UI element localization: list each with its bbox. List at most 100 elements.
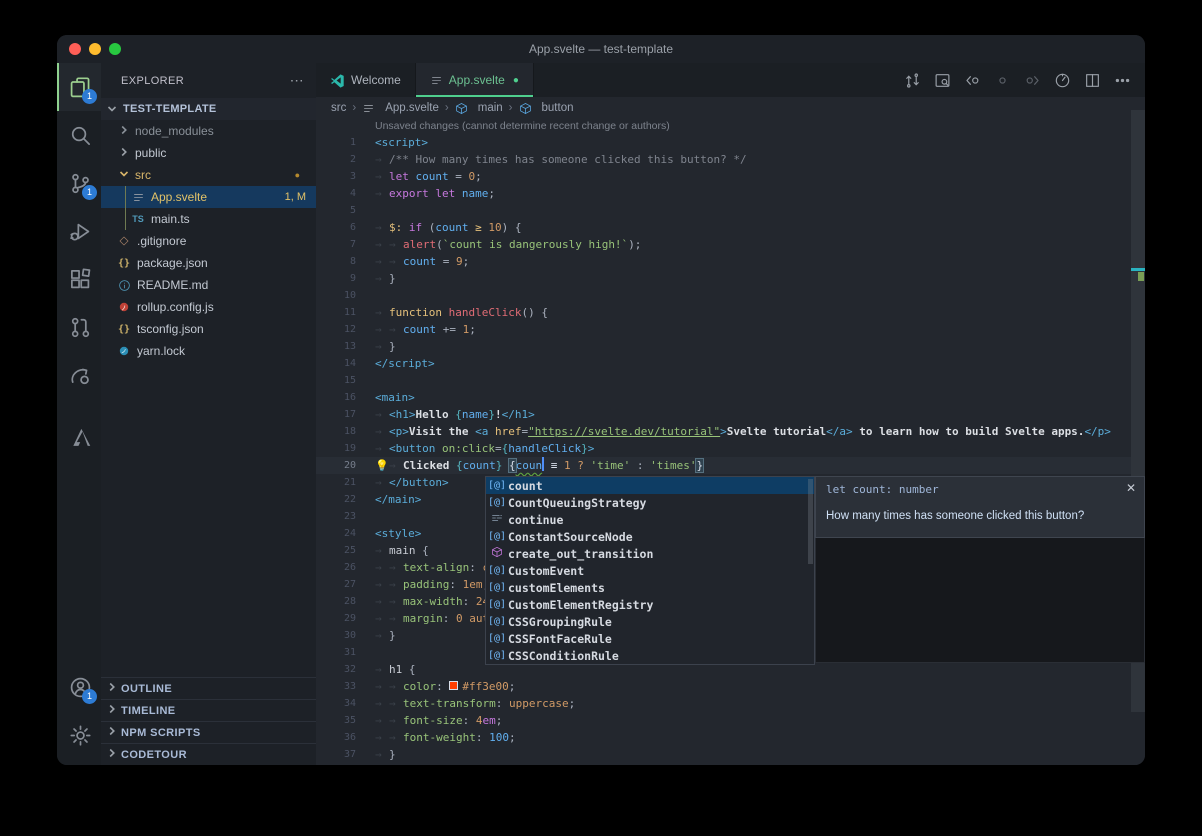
activity-item-azure[interactable]	[57, 413, 101, 461]
line-number[interactable]: 35	[316, 712, 356, 729]
split-editor-icon[interactable]	[1077, 67, 1107, 93]
line-number[interactable]: 32	[316, 661, 356, 678]
line-number[interactable]: 18	[316, 423, 356, 440]
line-number[interactable]: 20	[316, 457, 356, 474]
activity-item-source-control[interactable]: 1	[57, 159, 101, 207]
line-number[interactable]: 5	[316, 202, 356, 219]
line-number[interactable]: 34	[316, 695, 356, 712]
line-number[interactable]: 17	[316, 406, 356, 423]
line-number[interactable]: 21	[316, 474, 356, 491]
tree-item-rollup-config-js[interactable]: rollup.config.js	[101, 296, 316, 318]
code-line[interactable]: 12→→count += 1;	[316, 321, 1131, 338]
tree-item-tsconfig-json[interactable]: {}tsconfig.json	[101, 318, 316, 340]
line-number[interactable]: 19	[316, 440, 356, 457]
tree-item-package-json[interactable]: {}package.json	[101, 252, 316, 274]
suggestion-customevent[interactable]: [@]CustomEvent	[486, 562, 814, 579]
activity-item-search[interactable]	[57, 111, 101, 159]
line-number[interactable]: 27	[316, 576, 356, 593]
code-line[interactable]: 37→}	[316, 746, 1131, 763]
code-line[interactable]: 15	[316, 372, 1131, 389]
project-root-row[interactable]: TEST-TEMPLATE	[101, 98, 316, 120]
code-line[interactable]: 36→→font-weight: 100;	[316, 729, 1131, 746]
code-line[interactable]: 34→→text-transform: uppercase;	[316, 695, 1131, 712]
code-line[interactable]: 17→<h1>Hello {name}!</h1>	[316, 406, 1131, 423]
tree-item-app-svelte[interactable]: App.svelte1, M	[101, 186, 316, 208]
more-actions-icon[interactable]	[1107, 67, 1137, 93]
activity-item-account[interactable]: 1	[57, 663, 101, 711]
tree-item-node-modules[interactable]: node_modules	[101, 120, 316, 142]
activity-item-settings-gear[interactable]	[57, 711, 101, 759]
breadcrumb-src[interactable]: src	[331, 102, 346, 114]
activity-item-run-debug[interactable]	[57, 207, 101, 255]
tree-item-src[interactable]: src●	[101, 164, 316, 186]
code-line[interactable]: 20💡→Clicked {count} {coun ≡ 1 ? 'time' :…	[316, 457, 1131, 474]
activity-item-github-pr[interactable]	[57, 303, 101, 351]
code-line[interactable]: 16<main>	[316, 389, 1131, 406]
code-area[interactable]: Unsaved changes (cannot determine recent…	[316, 119, 1131, 765]
line-number[interactable]: 28	[316, 593, 356, 610]
run-timer-icon[interactable]	[1047, 67, 1077, 93]
tab-app-svelte[interactable]: App.svelte●	[416, 63, 534, 97]
breadcrumb-app-svelte[interactable]: App.svelte	[362, 102, 439, 115]
line-number[interactable]: 11	[316, 304, 356, 321]
tab-welcome[interactable]: Welcome	[316, 63, 416, 97]
section-timeline[interactable]: TIMELINE	[101, 699, 316, 721]
nav-back-icon[interactable]	[957, 67, 987, 93]
section-npm-scripts[interactable]: NPM SCRIPTS	[101, 721, 316, 743]
suggestion-continue[interactable]: continue	[486, 511, 814, 528]
suggestion-cssfontfacerule[interactable]: [@]CSSFontFaceRule	[486, 630, 814, 647]
section-outline[interactable]: OUTLINE	[101, 677, 316, 699]
line-number[interactable]: 2	[316, 151, 356, 168]
suggestion-customelements[interactable]: [@]customElements	[486, 579, 814, 596]
code-line[interactable]: 11→function handleClick() {	[316, 304, 1131, 321]
line-number[interactable]: 30	[316, 627, 356, 644]
line-number[interactable]: 25	[316, 542, 356, 559]
code-line[interactable]: 8→→count = 9;	[316, 253, 1131, 270]
code-line[interactable]: 2→/** How many times has someone clicked…	[316, 151, 1131, 168]
code-line[interactable]: 1<script>	[316, 134, 1131, 151]
line-number[interactable]: 13	[316, 338, 356, 355]
line-number[interactable]: 8	[316, 253, 356, 270]
line-number[interactable]: 12	[316, 321, 356, 338]
code-line[interactable]: 18→<p>Visit the <a href="https://svelte.…	[316, 423, 1131, 440]
code-line[interactable]: 7→→alert(`count is dangerously high!`);	[316, 236, 1131, 253]
code-line[interactable]: 19→<button on:click={handleClick}>	[316, 440, 1131, 457]
compare-changes-icon[interactable]	[897, 67, 927, 93]
nav-circle-icon[interactable]	[987, 67, 1017, 93]
close-icon[interactable]: ✕	[1126, 481, 1136, 495]
code-line[interactable]: 4→export let name;	[316, 185, 1131, 202]
tree-item-main-ts[interactable]: TSmain.ts	[101, 208, 316, 230]
line-number[interactable]: 36	[316, 729, 356, 746]
line-number[interactable]: 23	[316, 508, 356, 525]
line-number[interactable]: 4	[316, 185, 356, 202]
tree-item-readme-md[interactable]: README.md	[101, 274, 316, 296]
line-number[interactable]: 26	[316, 559, 356, 576]
code-line[interactable]: 9→}	[316, 270, 1131, 287]
code-line[interactable]: 35→→font-size: 4em;	[316, 712, 1131, 729]
suggestion-customelementregistry[interactable]: [@]CustomElementRegistry	[486, 596, 814, 613]
suggestion-count[interactable]: [@]count	[486, 477, 814, 494]
line-number[interactable]: 6	[316, 219, 356, 236]
line-number[interactable]: 29	[316, 610, 356, 627]
activity-item-files[interactable]: 1	[57, 63, 101, 111]
suggestion-countqueuingstrategy[interactable]: [@]CountQueuingStrategy	[486, 494, 814, 511]
code-line[interactable]: 33→→color: #ff3e00;	[316, 678, 1131, 695]
line-number[interactable]: 22	[316, 491, 356, 508]
suggestion-create_out_transition[interactable]: create_out_transition	[486, 545, 814, 562]
suggestion-cssconditionrule[interactable]: [@]CSSConditionRule	[486, 647, 814, 664]
open-preview-icon[interactable]	[927, 67, 957, 93]
code-line[interactable]: 10	[316, 287, 1131, 304]
breadcrumb-main[interactable]: main	[455, 102, 503, 115]
code-line[interactable]: 13→}	[316, 338, 1131, 355]
tree-item-yarn-lock[interactable]: yarn.lock	[101, 340, 316, 362]
section-codetour[interactable]: CODETOUR	[101, 743, 316, 765]
code-line[interactable]: 3→let count = 0;	[316, 168, 1131, 185]
line-number[interactable]: 24	[316, 525, 356, 542]
tree-item-public[interactable]: public	[101, 142, 316, 164]
line-number[interactable]: 14	[316, 355, 356, 372]
activity-item-live-share[interactable]	[57, 351, 101, 399]
line-number[interactable]: 16	[316, 389, 356, 406]
suggestion-cssgroupingrule[interactable]: [@]CSSGroupingRule	[486, 613, 814, 630]
line-number[interactable]: 3	[316, 168, 356, 185]
code-line[interactable]: 6→$: if (count ≥ 10) {	[316, 219, 1131, 236]
